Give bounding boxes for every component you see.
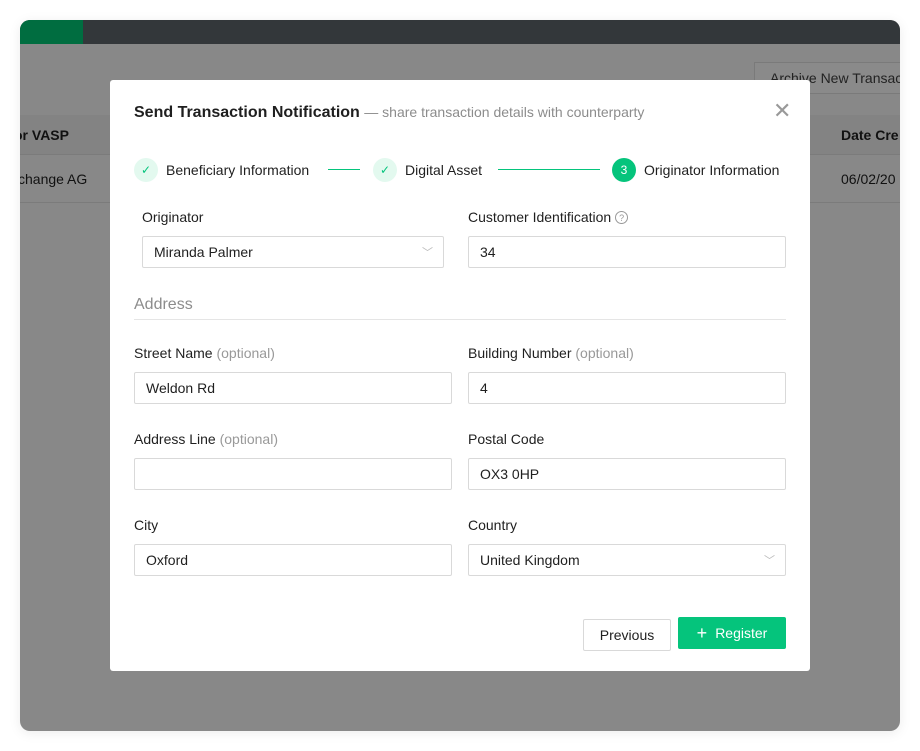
step-label: Beneficiary Information: [166, 162, 310, 178]
top-bar: [20, 20, 900, 44]
step-connector: [498, 169, 600, 170]
register-button[interactable]: + Register: [678, 617, 786, 649]
postal-input[interactable]: OX3 0HP: [468, 458, 786, 490]
optional-hint: (optional): [219, 431, 278, 447]
column-header: or VASP: [20, 127, 69, 143]
help-icon[interactable]: ?: [615, 211, 629, 224]
plus-icon: +: [696, 622, 708, 643]
label-text: Customer Identification: [468, 209, 612, 225]
step-originator[interactable]: 3 Originator Information: [612, 158, 779, 182]
step-beneficiary[interactable]: ✓ Beneficiary Information: [134, 158, 309, 182]
optional-hint: (optional): [575, 345, 634, 361]
select-value: Miranda Palmer: [154, 244, 253, 260]
country-select[interactable]: United Kingdom ﹀: [468, 544, 786, 576]
table-cell: 06/02/20: [841, 171, 896, 187]
customer-id-input[interactable]: 34: [468, 236, 786, 268]
column-header: Date Cre: [841, 127, 899, 143]
step-label: Digital Asset: [405, 162, 483, 178]
chevron-down-icon: ﹀: [422, 247, 433, 259]
title-text: Send Transaction Notification: [134, 104, 360, 121]
check-icon: ✓: [134, 158, 158, 182]
step-label: Originator Information: [644, 162, 780, 178]
originator-label: Originator: [142, 209, 204, 225]
table-cell: change AG: [20, 171, 88, 187]
check-icon: ✓: [373, 158, 397, 182]
building-label: Building Number (optional): [468, 345, 634, 361]
street-label: Street Name (optional): [134, 345, 275, 361]
address-section-title: Address: [134, 296, 786, 320]
step-digital-asset[interactable]: ✓ Digital Asset: [373, 158, 482, 182]
building-input[interactable]: 4: [468, 372, 786, 404]
brand-logo: [20, 20, 83, 44]
stepper: ✓ Beneficiary Information ✓ Digital Asset …: [134, 158, 786, 182]
previous-button[interactable]: Previous: [583, 619, 671, 651]
step-number: 3: [612, 158, 636, 182]
step-connector: [328, 169, 360, 170]
city-label: City: [134, 517, 159, 533]
customer-id-label: Customer Identification?: [468, 209, 629, 225]
modal-subtitle: — share transaction details with counter…: [364, 104, 645, 120]
address-line-input[interactable]: [134, 458, 452, 490]
send-notification-modal: Send Transaction Notification — share tr…: [110, 80, 810, 671]
address-line-label: Address Line (optional): [134, 431, 278, 447]
postal-label: Postal Code: [468, 431, 545, 447]
street-input[interactable]: Weldon Rd: [134, 372, 452, 404]
optional-hint: (optional): [216, 345, 275, 361]
close-icon[interactable]: ✕: [773, 98, 791, 124]
select-value: United Kingdom: [480, 552, 580, 568]
city-input[interactable]: Oxford: [134, 544, 452, 576]
country-label: Country: [468, 517, 518, 533]
register-label: Register: [715, 625, 768, 641]
label-text: Building Number: [468, 345, 572, 361]
chevron-down-icon: ﹀: [764, 555, 775, 567]
label-text: Street Name: [134, 345, 213, 361]
modal-title: Send Transaction Notification — share tr…: [134, 104, 644, 122]
label-text: Address Line: [134, 431, 216, 447]
originator-select[interactable]: Miranda Palmer ﹀: [142, 236, 444, 268]
